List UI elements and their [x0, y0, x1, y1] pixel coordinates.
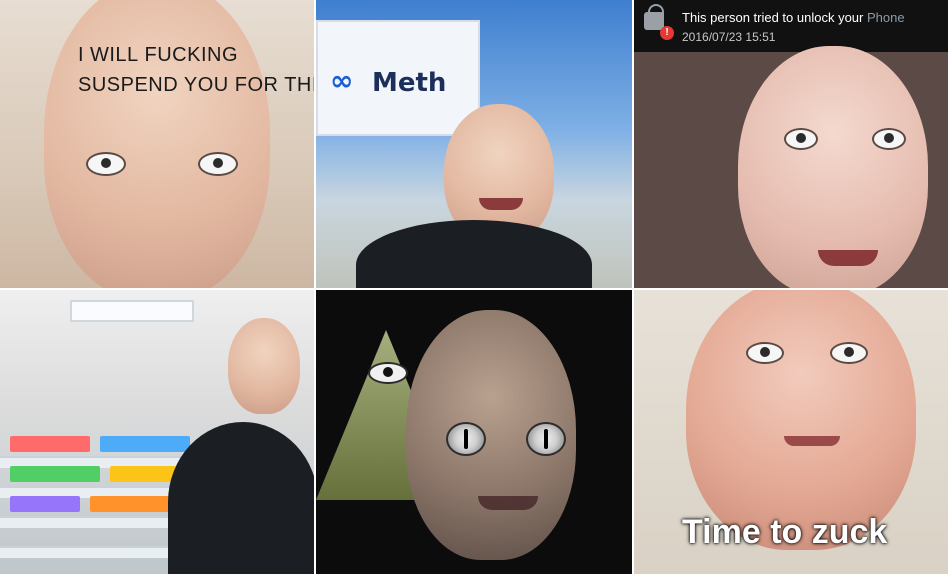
caption-text: Time to zuck [682, 513, 888, 551]
tile-meth-billboard: ∞ Meth [316, 0, 632, 288]
notification-bar: ! This person tried to unlock your Phone… [634, 0, 948, 52]
alert-icon: ! [660, 26, 674, 40]
tile-store-aisle [0, 290, 314, 574]
meme-caption-line-2: SUSPEND YOU FOR THIS [78, 74, 314, 96]
left-pupil [796, 133, 806, 143]
right-pupil [844, 347, 854, 357]
standing-person-face [228, 318, 300, 414]
meme-word-2: WILL [89, 44, 139, 66]
tile-suspend-text: I WILL FUCKING SUSPEND YOU FOR THIS [0, 0, 314, 288]
left-eye [784, 128, 818, 150]
smile [818, 250, 878, 266]
meme-caption: I WILL FUCKING SUSPEND YOU FOR THIS [78, 40, 314, 100]
right-eye [198, 152, 238, 176]
black-shirt [168, 422, 314, 574]
notification-message-prefix: This person tried to unlock your [682, 10, 867, 25]
smirk [784, 436, 840, 446]
product-row-2 [10, 466, 100, 482]
billboard: ∞ Meth [316, 20, 480, 136]
right-eye [830, 342, 868, 364]
lizard-mouth [478, 496, 538, 510]
close-face [686, 290, 916, 550]
shirt [356, 220, 592, 288]
lizard-right-eye [526, 422, 566, 456]
left-pupil [101, 158, 111, 168]
infinity-icon: ∞ [330, 64, 354, 97]
notification-message-accent: Phone [866, 10, 905, 25]
tile-unlock-notification: ! This person tried to unlock your Phone… [634, 0, 948, 288]
left-pupil [760, 347, 770, 357]
notification-message: This person tried to unlock your Phone [682, 10, 905, 25]
meme-word-1: I [78, 44, 85, 66]
billboard-text: Meth [372, 68, 447, 98]
tile-time-to-zuck: Time to zuck [634, 290, 948, 574]
right-pupil [213, 158, 223, 168]
notification-timestamp: 2016/07/23 15:51 [682, 30, 776, 44]
product-row-1b [100, 436, 190, 452]
meme-caption-line-1: I WILL FUCKING [78, 40, 238, 70]
ceiling-light [70, 300, 194, 322]
gap-tooth-smile [479, 198, 523, 210]
lizard-left-eye [446, 422, 486, 456]
meme-collage: I WILL FUCKING SUSPEND YOU FOR THIS ∞ Me… [0, 0, 948, 574]
right-eye [872, 128, 906, 150]
right-pupil [884, 133, 894, 143]
eye-of-providence-icon [368, 362, 408, 384]
product-row-1 [10, 436, 90, 452]
left-eye [746, 342, 784, 364]
meme-word-3: FUCKING [144, 44, 238, 66]
tile-lizard-illuminati [316, 290, 632, 574]
product-row-3 [10, 496, 80, 512]
left-eye [86, 152, 126, 176]
